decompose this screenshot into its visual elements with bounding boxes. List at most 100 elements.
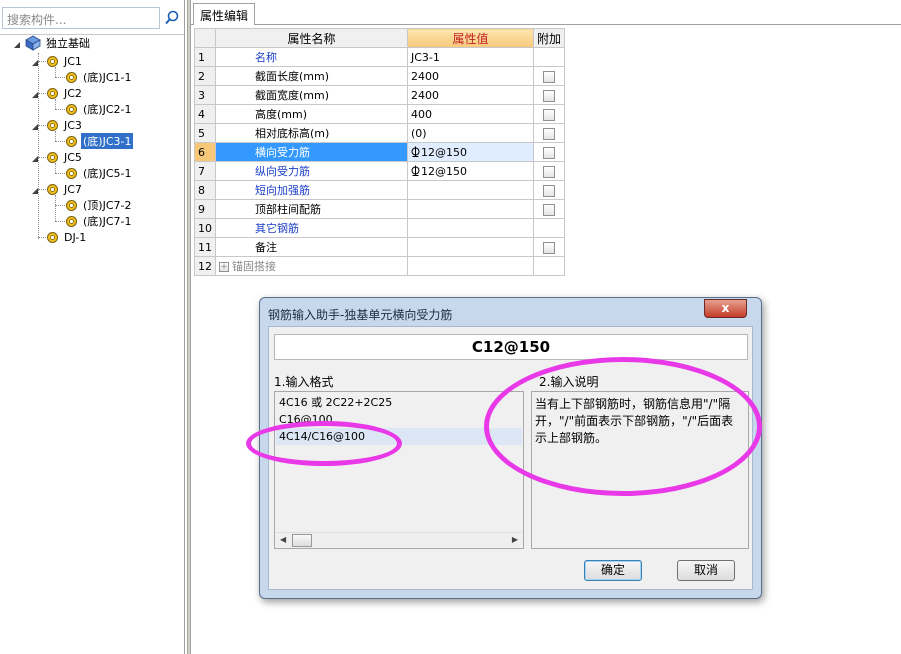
table-row[interactable]: 7 纵向受力筋 12@150: [194, 161, 565, 181]
horizontal-scrollbar[interactable]: ◀ ▶: [276, 532, 522, 547]
extra-cell[interactable]: [533, 199, 565, 219]
tree-node[interactable]: JC1: [46, 53, 84, 69]
tree-child-node[interactable]: (底)JC2-1: [65, 101, 133, 117]
scroll-left-icon[interactable]: ◀: [280, 535, 286, 544]
property-value-cell[interactable]: 12@150: [407, 161, 534, 181]
property-value-cell[interactable]: [407, 218, 534, 238]
row-number[interactable]: 7: [194, 161, 216, 181]
property-name-cell[interactable]: 截面宽度(mm): [215, 85, 408, 105]
tree-node[interactable]: JC7: [46, 181, 84, 197]
tree-node-label: (底)JC1-1: [83, 71, 132, 84]
tree-child-node[interactable]: (顶)JC7-2: [65, 197, 133, 213]
extra-checkbox[interactable]: [543, 146, 555, 159]
tab-property-edit[interactable]: 属性编辑: [193, 3, 256, 25]
extra-cell[interactable]: [533, 161, 565, 181]
extra-checkbox[interactable]: [543, 127, 555, 140]
property-name-cell[interactable]: 截面长度(mm): [215, 66, 408, 86]
property-name-cell[interactable]: 横向受力筋: [215, 142, 408, 162]
tree-connector: [55, 163, 56, 173]
table-row[interactable]: 9 顶部柱间配筋: [194, 199, 565, 219]
expand-toggle-icon[interactable]: [13, 39, 21, 48]
table-row[interactable]: 2 截面长度(mm) 2400: [194, 66, 565, 86]
property-name-cell[interactable]: + 锚固搭接: [215, 256, 408, 276]
extra-cell[interactable]: [533, 123, 565, 143]
property-value-cell[interactable]: JC3-1: [407, 47, 534, 67]
property-name-cell[interactable]: 短向加强筋: [215, 180, 408, 200]
row-number[interactable]: 11: [194, 237, 216, 257]
extra-checkbox[interactable]: [543, 241, 555, 254]
rebar-input-field[interactable]: C12@150: [274, 334, 748, 360]
scroll-thumb[interactable]: [292, 534, 312, 547]
tree-child-node[interactable]: (底)JC7-1: [65, 213, 133, 229]
tree-node[interactable]: JC2: [46, 85, 84, 101]
row-number[interactable]: 12: [194, 256, 216, 276]
property-name: 纵向受力筋: [255, 165, 310, 178]
extra-checkbox[interactable]: [543, 165, 555, 178]
row-number[interactable]: 10: [194, 218, 216, 238]
property-name-cell[interactable]: 顶部柱间配筋: [215, 199, 408, 219]
row-number[interactable]: 6: [194, 142, 216, 162]
expand-plus-icon[interactable]: +: [219, 262, 229, 272]
extra-cell[interactable]: [533, 66, 565, 86]
row-number[interactable]: 9: [194, 199, 216, 219]
search-input[interactable]: 搜索构件...: [2, 7, 160, 29]
property-value-cell[interactable]: [407, 256, 534, 276]
property-name-cell[interactable]: 高度(mm): [215, 104, 408, 124]
extra-cell[interactable]: [533, 104, 565, 124]
property-name-cell[interactable]: 名称: [215, 47, 408, 67]
search-button[interactable]: [162, 7, 182, 29]
table-row[interactable]: 11 备注: [194, 237, 565, 257]
row-number[interactable]: 5: [194, 123, 216, 143]
table-row[interactable]: 4 高度(mm) 400: [194, 104, 565, 124]
extra-cell[interactable]: [533, 180, 565, 200]
tree-root[interactable]: 独立基础: [24, 35, 92, 51]
dialog-close-button[interactable]: x: [704, 299, 747, 318]
tree-child-node[interactable]: (底)JC1-1: [65, 69, 133, 85]
cancel-button[interactable]: 取消: [677, 560, 735, 581]
tree-node-label: JC3: [64, 118, 82, 132]
tree-node[interactable]: DJ-1: [46, 229, 88, 245]
property-value-cell[interactable]: 2400: [407, 66, 534, 86]
table-row[interactable]: 12 + 锚固搭接: [194, 256, 565, 276]
property-value-cell[interactable]: [407, 237, 534, 257]
extra-checkbox[interactable]: [543, 89, 555, 102]
property-value-cell[interactable]: [407, 180, 534, 200]
table-row[interactable]: 6 横向受力筋 12@150: [194, 142, 565, 162]
panel-splitter[interactable]: [187, 0, 191, 654]
row-number[interactable]: 3: [194, 85, 216, 105]
table-row[interactable]: 3 截面宽度(mm) 2400: [194, 85, 565, 105]
extra-checkbox[interactable]: [543, 184, 555, 197]
format-item[interactable]: 4C16 或 2C22+2C25: [276, 394, 522, 411]
tree-node-label: DJ-1: [64, 230, 87, 244]
extra-cell[interactable]: [533, 85, 565, 105]
table-row[interactable]: 10 其它钢筋: [194, 218, 565, 238]
extra-checkbox[interactable]: [543, 203, 555, 216]
property-value-cell[interactable]: [407, 199, 534, 219]
scroll-right-icon[interactable]: ▶: [512, 535, 518, 544]
row-number[interactable]: 2: [194, 66, 216, 86]
extra-cell[interactable]: [533, 142, 565, 162]
property-name-cell[interactable]: 备注: [215, 237, 408, 257]
property-name-cell[interactable]: 纵向受力筋: [215, 161, 408, 181]
table-row[interactable]: 5 相对底标高(m) (0): [194, 123, 565, 143]
property-value-cell[interactable]: 400: [407, 104, 534, 124]
property-name-cell[interactable]: 相对底标高(m): [215, 123, 408, 143]
property-value-cell[interactable]: 12@150: [407, 142, 534, 162]
row-number[interactable]: 1: [194, 47, 216, 67]
table-row[interactable]: 8 短向加强筋: [194, 180, 565, 200]
tree-child-node[interactable]: (底)JC3-1: [65, 133, 134, 149]
tree-node[interactable]: JC3: [46, 117, 84, 133]
property-name-cell[interactable]: 其它钢筋: [215, 218, 408, 238]
property-grid: 属性名称 属性值 附加 1 名称 JC3-1 2 截面长度(mm) 2400 3 截面宽度(m…: [194, 28, 565, 276]
tree-child-node[interactable]: (底)JC5-1: [65, 165, 133, 181]
tree-node[interactable]: JC5: [46, 149, 84, 165]
extra-cell[interactable]: [533, 237, 565, 257]
extra-checkbox[interactable]: [543, 70, 555, 83]
table-row[interactable]: 1 名称 JC3-1: [194, 47, 565, 67]
row-number[interactable]: 4: [194, 104, 216, 124]
property-value-cell[interactable]: (0): [407, 123, 534, 143]
property-value-cell[interactable]: 2400: [407, 85, 534, 105]
ok-button[interactable]: 确定: [584, 560, 642, 581]
row-number[interactable]: 8: [194, 180, 216, 200]
extra-checkbox[interactable]: [543, 108, 555, 121]
